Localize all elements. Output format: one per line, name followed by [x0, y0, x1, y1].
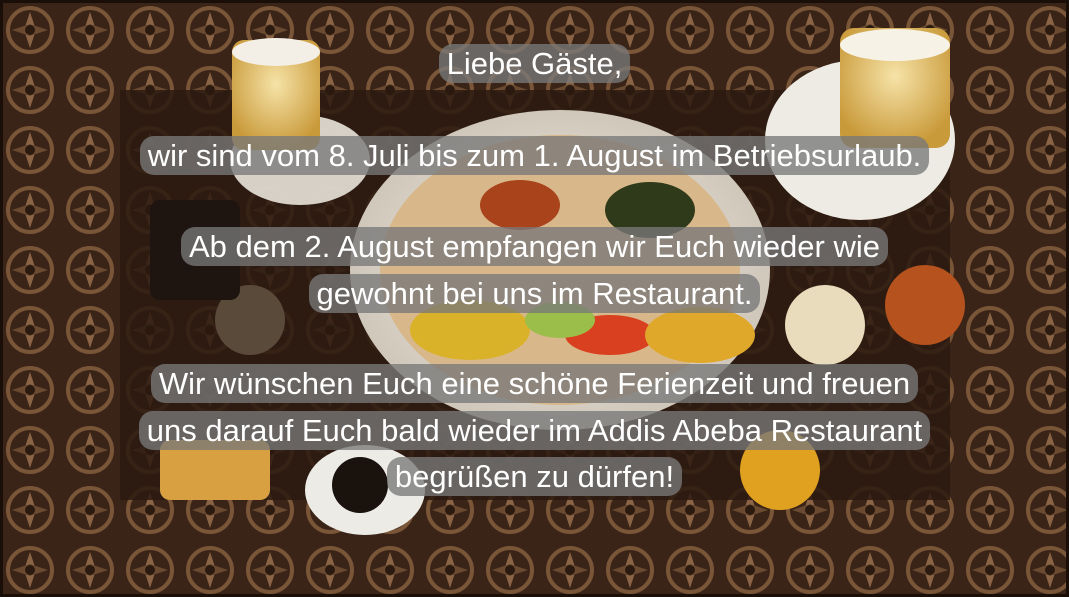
- greeting-text: Liebe Gäste,: [438, 44, 631, 83]
- wish-line-1: Wir wünschen Euch eine schöne Ferienzeit…: [0, 364, 1069, 403]
- vacation-notice: Liebe Gäste, wir sind vom 8. Juli bis zu…: [0, 0, 1069, 597]
- closure-line: wir sind vom 8. Juli bis zum 1. August i…: [0, 136, 1069, 175]
- reopen-line-1: Ab dem 2. August empfangen wir Euch wied…: [0, 227, 1069, 266]
- wish-line-2: uns darauf Euch bald wieder im Addis Abe…: [0, 411, 1069, 450]
- reopen-text-1: Ab dem 2. August empfangen wir Euch wied…: [181, 227, 888, 266]
- reopen-text-2: gewohnt bei uns im Restaurant.: [308, 274, 761, 313]
- closure-text: wir sind vom 8. Juli bis zum 1. August i…: [139, 136, 930, 175]
- wish-text-2: uns darauf Euch bald wieder im Addis Abe…: [138, 411, 931, 450]
- greeting-line: Liebe Gäste,: [0, 44, 1069, 83]
- wish-line-3: begrüßen zu dürfen!: [0, 457, 1069, 496]
- wish-text-1: Wir wünschen Euch eine schöne Ferienzeit…: [150, 364, 919, 403]
- reopen-line-2: gewohnt bei uns im Restaurant.: [0, 274, 1069, 313]
- wish-text-3: begrüßen zu dürfen!: [386, 457, 683, 496]
